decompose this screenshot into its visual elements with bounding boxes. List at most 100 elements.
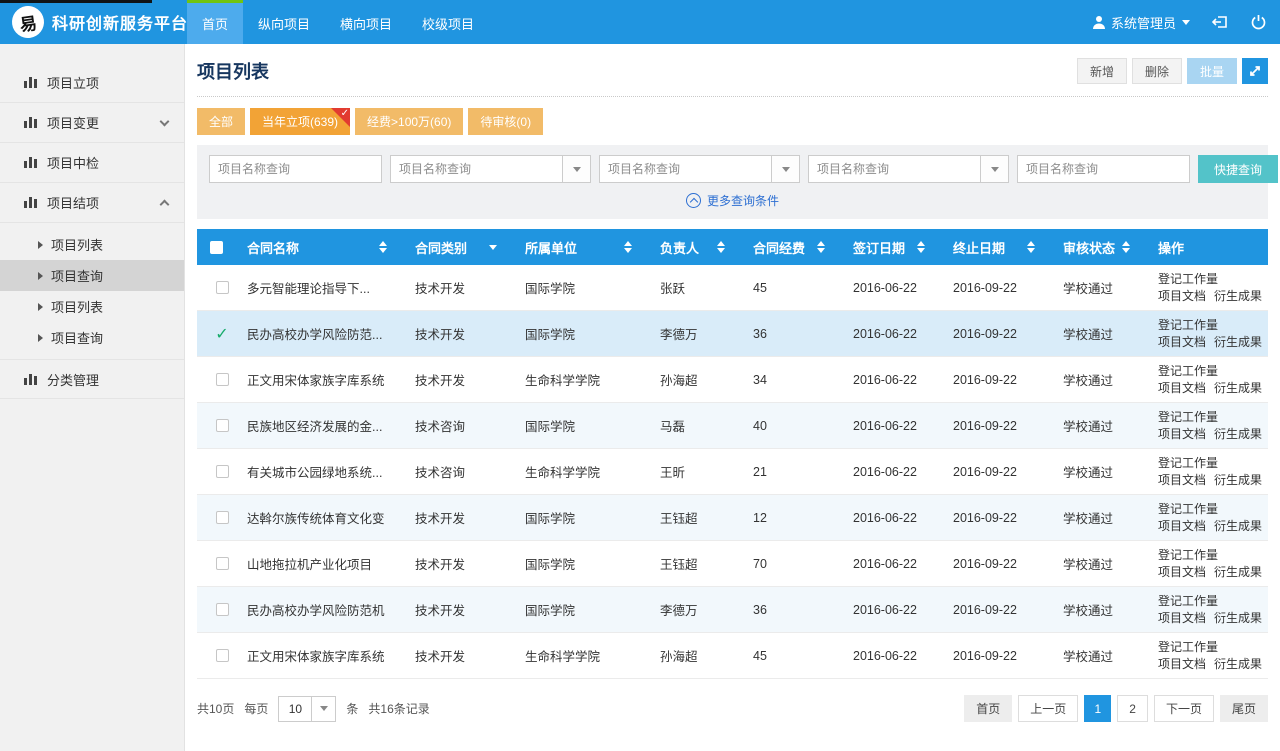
column-header-6[interactable]: 签订日期 [841,229,941,265]
op-register-workload-link[interactable]: 登记工作量 [1158,547,1218,564]
nav-tab-0[interactable]: 首页 [187,0,243,44]
quick-search-button[interactable]: 快捷查询 [1198,155,1278,183]
sort-icon[interactable] [1122,241,1130,253]
per-page-select[interactable]: 10 [278,696,336,722]
op-derived-results-link[interactable]: 衍生成果 [1214,426,1262,443]
filter-chip-2[interactable]: 经费>100万(60) [355,108,463,135]
column-header-3[interactable]: 所属单位 [513,229,648,265]
sidebar-item-0[interactable]: 项目立项 [0,62,184,102]
select-all-checkbox[interactable] [210,241,223,254]
op-register-workload-link[interactable]: 登记工作量 [1158,363,1218,380]
sort-icon[interactable] [624,241,632,253]
add-button[interactable]: 新增 [1077,58,1127,84]
op-derived-results-link[interactable]: 衍生成果 [1214,564,1262,581]
check-icon[interactable]: ✓ [215,324,228,344]
table-row: 多元智能理论指导下...技术开发国际学院张跃452016-06-222016-0… [197,265,1268,311]
op-register-workload-link[interactable]: 登记工作量 [1158,317,1218,334]
column-header-8[interactable]: 审核状态 [1051,229,1146,265]
filter-down-icon[interactable] [489,245,497,250]
bar-chart-icon [24,374,37,385]
op-derived-results-link[interactable]: 衍生成果 [1214,334,1262,351]
sidebar-item-3[interactable]: 项目结项 [0,182,184,222]
delete-button[interactable]: 删除 [1132,58,1182,84]
user-menu[interactable]: 系统管理员 [1092,13,1190,32]
search-input-0[interactable] [210,156,381,182]
table-row: 有关城市公园绿地系统...技术咨询生命科学学院王昕212016-06-22201… [197,449,1268,495]
column-header-label: 合同经费 [753,238,805,257]
search-select-1[interactable] [391,156,562,182]
op-register-workload-link[interactable]: 登记工作量 [1158,593,1218,610]
chevron-down-icon[interactable] [771,156,799,182]
search-input-4[interactable] [1018,156,1189,182]
sort-icon[interactable] [917,241,925,253]
sort-icon[interactable] [1027,241,1035,253]
op-project-docs-link[interactable]: 项目文档 [1158,334,1206,351]
row-checkbox[interactable] [216,603,229,616]
page-button-5[interactable]: 尾页 [1220,695,1268,722]
op-register-workload-link[interactable]: 登记工作量 [1158,639,1218,656]
filter-chip-1[interactable]: 当年立项(639)✓ [250,108,350,135]
search-select-2[interactable] [600,156,771,182]
nav-tab-3[interactable]: 校级项目 [407,0,489,44]
row-checkbox[interactable] [216,511,229,524]
op-project-docs-link[interactable]: 项目文档 [1158,472,1206,489]
sort-icon[interactable] [379,241,387,253]
row-checkbox[interactable] [216,465,229,478]
page-button-1[interactable]: 上一页 [1018,695,1078,722]
filter-chip-0[interactable]: 全部 [197,108,245,135]
sort-icon[interactable] [717,241,725,253]
sidebar-item-4[interactable]: 分类管理 [0,359,184,399]
op-project-docs-link[interactable]: 项目文档 [1158,518,1206,535]
sidebar-subitem-3-2[interactable]: 项目列表 [0,291,184,322]
resize-diagonal-icon[interactable] [1242,58,1268,84]
sidebar-item-1[interactable]: 项目变更 [0,102,184,142]
column-header-4[interactable]: 负责人 [648,229,741,265]
search-select-3[interactable] [809,156,980,182]
row-checkbox[interactable] [216,373,229,386]
column-header-7[interactable]: 终止日期 [941,229,1051,265]
batch-button[interactable]: 批量 [1187,58,1237,84]
row-checkbox[interactable] [216,281,229,294]
nav-tab-2[interactable]: 横向项目 [325,0,407,44]
page-button-3[interactable]: 2 [1117,695,1148,722]
more-filters-link[interactable]: 更多查询条件 [209,183,1256,213]
op-project-docs-link[interactable]: 项目文档 [1158,656,1206,673]
op-register-workload-link[interactable]: 登记工作量 [1158,271,1218,288]
logout-icon[interactable] [1212,14,1229,30]
op-project-docs-link[interactable]: 项目文档 [1158,564,1206,581]
op-project-docs-link[interactable]: 项目文档 [1158,288,1206,305]
op-project-docs-link[interactable]: 项目文档 [1158,380,1206,397]
op-derived-results-link[interactable]: 衍生成果 [1214,472,1262,489]
page-button-4[interactable]: 下一页 [1154,695,1214,722]
contract-type-cell: 技术开发 [403,587,513,632]
chevron-down-icon[interactable] [980,156,1008,182]
row-checkbox[interactable] [216,419,229,432]
page-button-2[interactable]: 1 [1084,695,1111,722]
column-header-2[interactable]: 合同类别 [403,229,513,265]
op-project-docs-link[interactable]: 项目文档 [1158,610,1206,627]
column-header-5[interactable]: 合同经费 [741,229,841,265]
sidebar-item-2[interactable]: 项目中检 [0,142,184,182]
op-derived-results-link[interactable]: 衍生成果 [1214,656,1262,673]
bar-chart-icon [24,117,37,128]
sidebar-subitem-3-3[interactable]: 项目查询 [0,322,184,353]
op-project-docs-link[interactable]: 项目文档 [1158,426,1206,443]
op-register-workload-link[interactable]: 登记工作量 [1158,455,1218,472]
sort-icon[interactable] [817,241,825,253]
op-derived-results-link[interactable]: 衍生成果 [1214,518,1262,535]
op-derived-results-link[interactable]: 衍生成果 [1214,380,1262,397]
power-icon[interactable] [1251,14,1266,30]
op-derived-results-link[interactable]: 衍生成果 [1214,610,1262,627]
page-button-0[interactable]: 首页 [964,695,1012,722]
sidebar-subitem-3-0[interactable]: 项目列表 [0,229,184,260]
filter-chip-3[interactable]: 待审核(0) [468,108,543,135]
row-checkbox[interactable] [216,649,229,662]
nav-tab-1[interactable]: 纵向项目 [243,0,325,44]
op-register-workload-link[interactable]: 登记工作量 [1158,409,1218,426]
op-derived-results-link[interactable]: 衍生成果 [1214,288,1262,305]
chevron-down-icon[interactable] [562,156,590,182]
op-register-workload-link[interactable]: 登记工作量 [1158,501,1218,518]
column-header-1[interactable]: 合同名称 [235,229,403,265]
sidebar-subitem-3-1[interactable]: 项目查询 [0,260,184,291]
row-checkbox[interactable] [216,557,229,570]
